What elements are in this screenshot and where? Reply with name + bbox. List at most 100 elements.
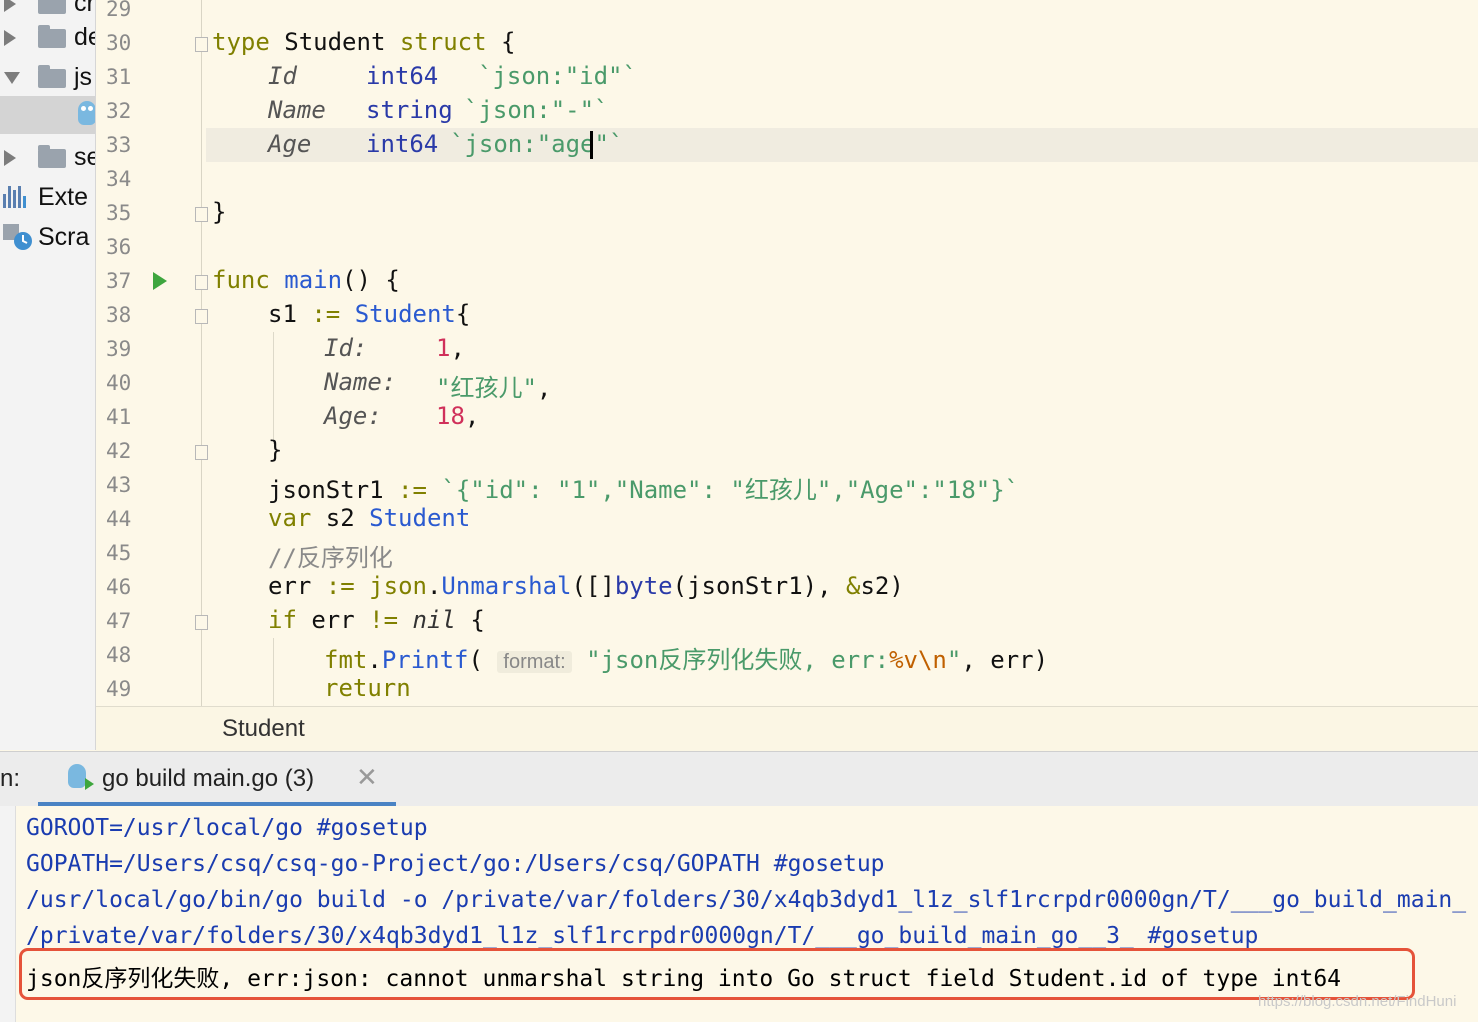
punctuation: () {: [342, 266, 400, 294]
go-gopher-icon: [78, 101, 95, 125]
fold-marker-icon[interactable]: [195, 207, 208, 222]
punctuation: ([]: [571, 572, 615, 600]
field-name: Id: [268, 62, 297, 90]
fold-marker-icon[interactable]: [195, 309, 208, 324]
string-literal: `{"id": "1","Name": "红孩儿","Age":"18"}`: [441, 476, 1020, 504]
tree-item-folder-2[interactable]: de: [0, 20, 95, 54]
struct-tag: `json:"age: [450, 130, 595, 158]
escape-sequence: \n: [917, 646, 947, 674]
string-literal: "json反序列化失败, err:: [586, 646, 890, 674]
collapse-arrow-icon[interactable]: [4, 72, 20, 84]
struct-tag: `json:"-"`: [464, 96, 609, 124]
punctuation: ,: [450, 334, 465, 362]
run-tab-title: go build main.go (3): [102, 765, 315, 792]
tree-item-label: js: [74, 63, 93, 91]
punctuation: (jsonStr1),: [672, 572, 847, 600]
operator: !=: [369, 606, 399, 634]
fold-marker-icon[interactable]: [195, 445, 208, 460]
code-line-38: s1 := Student{: [268, 300, 470, 328]
line-number: 29: [106, 0, 132, 21]
punctuation: s2): [860, 572, 904, 600]
error-highlight-box: [19, 948, 1415, 1000]
code-line-35: }: [212, 198, 227, 226]
line-number: 47: [106, 609, 132, 633]
tree-item-label: se: [74, 143, 95, 171]
type-name: byte: [614, 572, 673, 600]
watermark: https://blog.csdn.net/FindHuni: [1258, 993, 1457, 1010]
tree-item-folder-3[interactable]: js: [0, 60, 95, 94]
fold-guide-line: [201, 0, 202, 706]
field-name: Name: [268, 96, 326, 124]
parameter-hint: format:: [497, 651, 572, 673]
line-number: 31: [106, 65, 132, 89]
breadcrumb-item[interactable]: Student: [222, 715, 305, 743]
function-call: Printf: [381, 646, 469, 674]
code-line-32: Name string `json:"-"`: [268, 96, 609, 124]
line-number: 39: [106, 337, 132, 361]
variable: err: [296, 606, 370, 634]
number-literal: 1: [436, 334, 451, 362]
string-literal: "红孩儿": [436, 374, 537, 402]
punctuation: {: [486, 28, 516, 56]
line-number: 32: [106, 99, 132, 123]
code-comment: //反序列化: [268, 544, 393, 572]
console-line: GOROOT=/usr/local/go #gosetup: [26, 815, 428, 841]
go-run-icon: [68, 764, 94, 790]
code-line-39: Id: 1,: [324, 334, 465, 362]
project-sidebar: cr de js se Exte Scra: [0, 0, 96, 750]
folder-icon: [38, 145, 66, 168]
tree-item-label: cr: [74, 0, 95, 17]
indent-guide: [273, 638, 274, 706]
field-name: Id:: [324, 334, 368, 362]
string-literal: ": [946, 646, 962, 674]
operator: :=: [398, 476, 427, 504]
line-number: 34: [106, 167, 132, 191]
format-verb: %v: [889, 646, 918, 674]
code-line-41: Age: 18,: [324, 402, 479, 430]
function-call: Unmarshal: [441, 572, 572, 600]
line-number: 35: [106, 201, 132, 225]
tree-item-folder-1[interactable]: cr: [0, 0, 95, 20]
punctuation: , err): [961, 646, 1049, 674]
expand-arrow-icon[interactable]: [4, 30, 16, 46]
fold-marker-icon[interactable]: [195, 615, 208, 630]
close-icon[interactable]: ✕: [356, 762, 378, 793]
run-panel-label: n:: [0, 765, 21, 792]
tree-item-folder-4[interactable]: se: [0, 140, 95, 174]
code-line-42: }: [268, 436, 283, 464]
line-number: 38: [106, 303, 132, 327]
tree-item-label: de: [74, 23, 95, 51]
punctuation: {: [455, 300, 471, 328]
variable: s2: [311, 504, 370, 532]
tree-item-label: Exte: [38, 183, 89, 211]
line-number: 30: [106, 31, 132, 55]
folder-icon: [38, 0, 66, 14]
expand-arrow-icon[interactable]: [4, 150, 16, 166]
keyword: func: [212, 266, 270, 294]
type-name: int64: [366, 130, 439, 158]
type-name: int64: [366, 62, 439, 90]
run-tab[interactable]: go build main.go (3) ✕: [38, 752, 396, 806]
field-name: Name:: [324, 368, 397, 396]
expand-arrow-icon[interactable]: [4, 0, 16, 12]
tree-item-scratches[interactable]: Scra: [0, 220, 95, 254]
tree-item-go-file[interactable]: [0, 96, 95, 134]
keyword: var: [268, 504, 312, 532]
code-line-46: err := json.Unmarshal([]byte(jsonStr1), …: [268, 572, 904, 600]
fold-marker-icon[interactable]: [195, 37, 208, 52]
indent-guide: [273, 332, 274, 444]
line-number: 43: [106, 473, 132, 497]
run-gutter-icon[interactable]: [153, 272, 167, 290]
keyword: if: [268, 606, 297, 634]
tree-item-external-libraries[interactable]: Exte: [0, 180, 95, 214]
line-number: 33: [106, 133, 132, 157]
fold-marker-icon[interactable]: [195, 275, 208, 290]
run-panel-header: n: go build main.go (3) ✕: [0, 751, 1478, 807]
code-line-44: var s2 Student: [268, 504, 470, 532]
operator: &: [846, 572, 861, 600]
package-name: fmt: [324, 646, 368, 674]
line-number: 36: [106, 235, 132, 259]
console-line: GOPATH=/Users/csq/csq-go-Project/go:/Use…: [26, 851, 885, 877]
breadcrumb: Student: [96, 706, 1478, 751]
struct-tag: "`: [594, 130, 624, 158]
